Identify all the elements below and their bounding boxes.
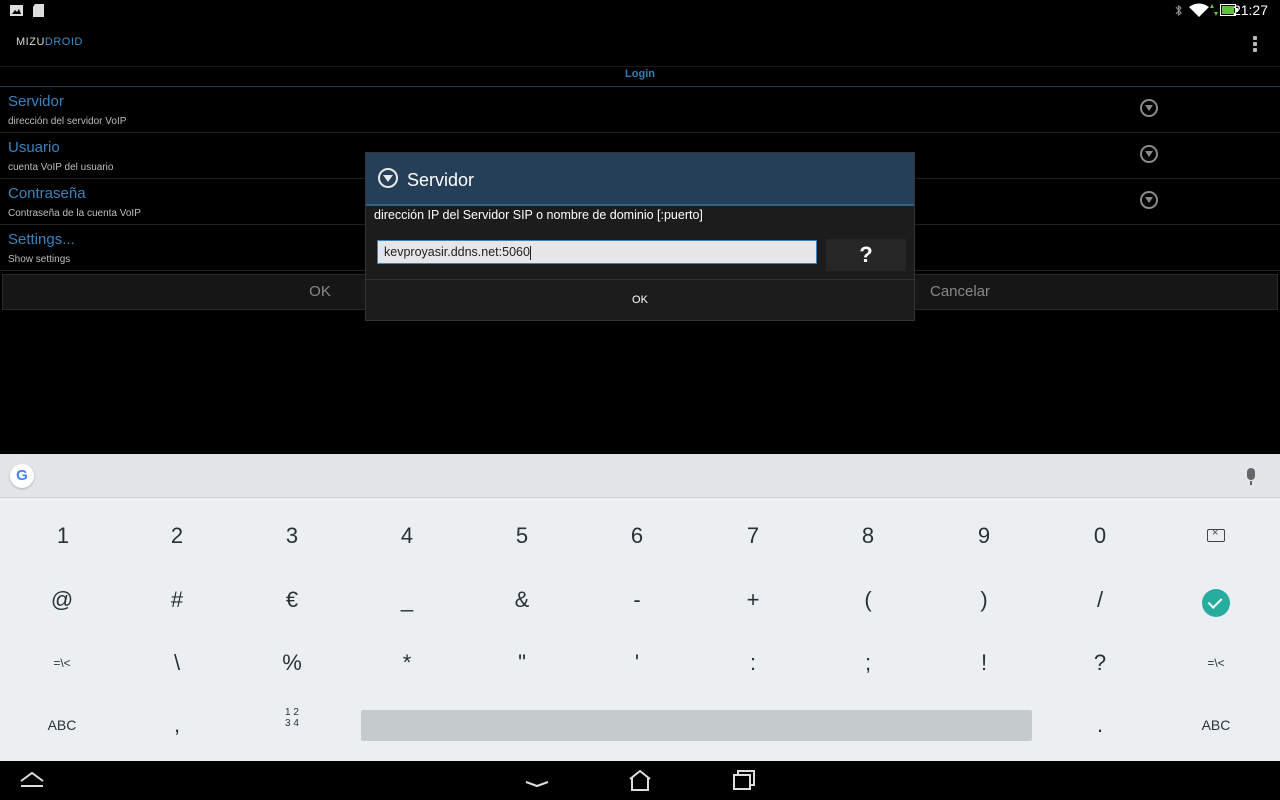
pref-title: Servidor bbox=[8, 93, 64, 110]
chevron-down-circle-icon bbox=[1140, 191, 1158, 209]
pref-title: Usuario bbox=[8, 139, 60, 156]
server-address-input[interactable]: kevproyasir.ddns.net:5060 bbox=[377, 240, 817, 264]
recent-apps-icon[interactable] bbox=[731, 769, 757, 791]
status-bar: 21:27 bbox=[0, 0, 1280, 22]
hide-keyboard-icon[interactable] bbox=[19, 769, 45, 791]
app-logo: MIZUDROID bbox=[16, 36, 83, 48]
pref-servidor[interactable]: Servidor dirección del servidor VoIP bbox=[0, 87, 1280, 133]
enter-key[interactable] bbox=[1202, 589, 1230, 617]
image-icon bbox=[10, 5, 23, 16]
keyboard-suggestion-bar: G bbox=[0, 454, 1280, 498]
pref-summary: dirección del servidor VoIP bbox=[8, 116, 127, 127]
chevron-down-circle-icon bbox=[378, 168, 398, 188]
key-hash[interactable]: # bbox=[137, 577, 217, 623]
key-symbols-toggle-right[interactable]: =\< bbox=[1176, 640, 1256, 686]
key-0[interactable]: 0 bbox=[1060, 513, 1140, 559]
key-exclamation[interactable]: ! bbox=[944, 640, 1024, 686]
action-bar: MIZUDROID bbox=[0, 22, 1280, 67]
key-7[interactable]: 7 bbox=[713, 513, 793, 559]
data-arrows-icon bbox=[1210, 4, 1218, 16]
pref-summary: cuenta VoIP del usuario bbox=[8, 162, 114, 173]
more-vert-icon[interactable] bbox=[1250, 34, 1260, 54]
pref-title: Settings... bbox=[8, 231, 75, 248]
section-header: Login bbox=[0, 68, 1280, 87]
key-paren-close[interactable]: ) bbox=[944, 577, 1024, 623]
backspace-key[interactable] bbox=[1207, 527, 1225, 542]
space-key[interactable] bbox=[361, 710, 1032, 741]
key-single-quote[interactable]: ' bbox=[597, 640, 677, 686]
key-8[interactable]: 8 bbox=[828, 513, 908, 559]
logo-part-2: DROID bbox=[44, 36, 83, 48]
navigation-bar bbox=[0, 761, 1280, 800]
key-period[interactable]: . bbox=[1060, 702, 1140, 748]
key-ampersand[interactable]: & bbox=[482, 577, 562, 623]
key-double-quote[interactable]: " bbox=[482, 640, 562, 686]
home-icon[interactable] bbox=[627, 769, 653, 791]
pref-title: Contraseña bbox=[8, 185, 86, 202]
pref-summary: Show settings bbox=[8, 254, 71, 265]
dialog-title: Servidor bbox=[407, 170, 475, 190]
key-numpad[interactable]: 1 2 3 4 bbox=[252, 707, 332, 743]
server-dialog: Servidor dirección IP del Servidor SIP o… bbox=[366, 153, 914, 320]
key-comma[interactable]: , bbox=[137, 702, 217, 748]
chevron-down-circle-icon bbox=[1140, 99, 1158, 117]
help-button[interactable]: ? bbox=[826, 239, 906, 271]
key-question[interactable]: ? bbox=[1060, 640, 1140, 686]
key-slash[interactable]: / bbox=[1060, 577, 1140, 623]
back-icon[interactable] bbox=[524, 769, 550, 791]
key-3[interactable]: 3 bbox=[252, 513, 332, 559]
key-backslash[interactable]: \ bbox=[137, 640, 217, 686]
google-search-icon[interactable]: G bbox=[10, 464, 34, 488]
key-at[interactable]: @ bbox=[22, 577, 102, 623]
microphone-icon[interactable] bbox=[1247, 468, 1255, 485]
key-1[interactable]: 1 bbox=[23, 513, 103, 559]
logo-part-1: MIZU bbox=[16, 36, 45, 48]
key-minus[interactable]: - bbox=[597, 577, 677, 623]
key-5[interactable]: 5 bbox=[482, 513, 562, 559]
key-6[interactable]: 6 bbox=[597, 513, 677, 559]
key-abc-right[interactable]: ABC bbox=[1176, 702, 1256, 748]
bluetooth-icon bbox=[1175, 4, 1182, 17]
key-percent[interactable]: % bbox=[252, 640, 332, 686]
key-euro[interactable]: € bbox=[252, 577, 332, 623]
pref-summary: Contraseña de la cuenta VoIP bbox=[8, 208, 141, 219]
keyboard: G 1 2 3 4 5 6 7 8 9 0 @ # € _ & - + ( ) … bbox=[0, 454, 1280, 761]
key-9[interactable]: 9 bbox=[944, 513, 1024, 559]
key-asterisk[interactable]: * bbox=[367, 640, 447, 686]
key-symbols-toggle[interactable]: =\< bbox=[22, 640, 102, 686]
dialog-header: Servidor bbox=[366, 153, 914, 206]
key-paren-open[interactable]: ( bbox=[828, 577, 908, 623]
input-value: kevproyasir.ddns.net:5060 bbox=[384, 245, 530, 259]
dialog-message: dirección IP del Servidor SIP o nombre d… bbox=[374, 208, 703, 222]
dialog-ok-button[interactable]: OK bbox=[366, 279, 914, 321]
key-semicolon[interactable]: ; bbox=[828, 640, 908, 686]
key-plus[interactable]: + bbox=[713, 577, 793, 623]
chevron-down-circle-icon bbox=[1140, 145, 1158, 163]
wifi-icon bbox=[1189, 3, 1209, 17]
sd-card-icon bbox=[33, 4, 44, 17]
key-abc[interactable]: ABC bbox=[22, 702, 102, 748]
text-cursor bbox=[529, 245, 531, 260]
key-2[interactable]: 2 bbox=[137, 513, 217, 559]
clock: 21:27 bbox=[1232, 2, 1268, 18]
key-4[interactable]: 4 bbox=[367, 513, 447, 559]
key-colon[interactable]: : bbox=[713, 640, 793, 686]
key-underscore[interactable]: _ bbox=[367, 577, 447, 623]
